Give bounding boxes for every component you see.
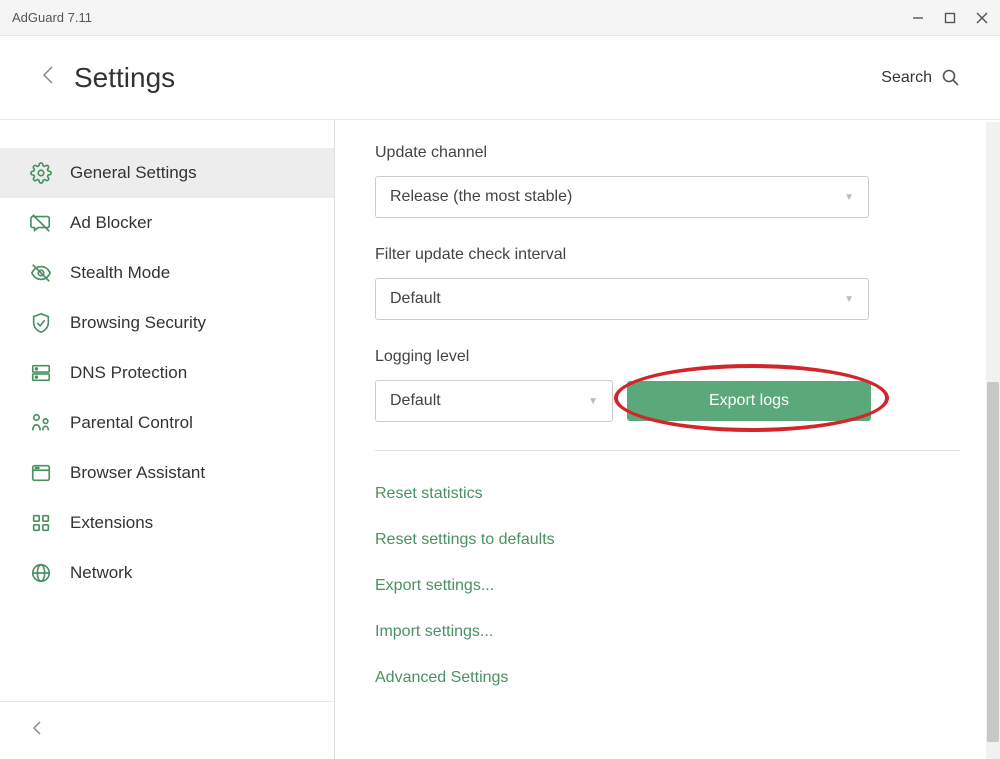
header-left: Settings: [40, 62, 175, 94]
sidebar-footer: [0, 701, 334, 759]
sidebar-item-browser[interactable]: Browser Assistant: [0, 448, 334, 498]
sidebar-item-security[interactable]: Browsing Security: [0, 298, 334, 348]
sidebar-item-label: Browsing Security: [70, 313, 206, 333]
update-channel-dropdown[interactable]: Release (the most stable) ▼: [375, 176, 869, 218]
search-label: Search: [881, 69, 932, 87]
filter-interval-group: Filter update check interval Default ▼: [375, 246, 960, 320]
back-button[interactable]: [40, 63, 56, 92]
sidebar-item-label: Ad Blocker: [70, 213, 152, 233]
sidebar-item-network[interactable]: Network: [0, 548, 334, 598]
sidebar-item-parental[interactable]: Parental Control: [0, 398, 334, 448]
sidebar-item-label: Stealth Mode: [70, 263, 170, 283]
import-settings-link[interactable]: Import settings...: [375, 609, 960, 655]
filter-interval-dropdown[interactable]: Default ▼: [375, 278, 869, 320]
shield-check-icon: [30, 312, 52, 334]
close-icon: [976, 12, 988, 24]
sidebar-item-label: Network: [70, 563, 132, 583]
sidebar-item-label: Browser Assistant: [70, 463, 205, 483]
close-button[interactable]: [976, 12, 988, 24]
sidebar-item-label: DNS Protection: [70, 363, 187, 383]
sidebar-item-label: Extensions: [70, 513, 153, 533]
chevron-down-icon: ▼: [588, 396, 598, 407]
logging-label: Logging level: [375, 348, 960, 366]
grid-icon: [30, 512, 52, 534]
scrollbar-track[interactable]: [986, 122, 1000, 759]
update-channel-group: Update channel Release (the most stable)…: [375, 144, 960, 218]
sidebar-item-label: General Settings: [70, 163, 197, 183]
sidebar-item-stealth[interactable]: Stealth Mode: [0, 248, 334, 298]
chevron-left-icon: [40, 63, 56, 87]
chevron-down-icon: ▼: [844, 294, 854, 305]
sidebar-item-extensions[interactable]: Extensions: [0, 498, 334, 548]
logging-dropdown[interactable]: Default ▼: [375, 380, 613, 422]
sidebar-item-label: Parental Control: [70, 413, 193, 433]
export-settings-link[interactable]: Export settings...: [375, 563, 960, 609]
eye-slash-icon: [30, 262, 52, 284]
chevron-down-icon: ▼: [844, 192, 854, 203]
window-controls: [912, 12, 988, 24]
search-button[interactable]: Search: [881, 69, 960, 87]
header: Settings Search: [0, 36, 1000, 120]
window-title: AdGuard 7.11: [12, 10, 92, 25]
sidebar-item-general[interactable]: General Settings: [0, 148, 334, 198]
dropdown-value: Default: [390, 290, 441, 308]
scrollbar-thumb[interactable]: [987, 382, 999, 742]
advanced-settings-link[interactable]: Advanced Settings: [375, 655, 960, 701]
browser-icon: [30, 462, 52, 484]
parental-icon: [30, 412, 52, 434]
logging-group: Logging level Default ▼ Export logs: [375, 348, 960, 422]
maximize-button[interactable]: [944, 12, 956, 24]
export-logs-label: Export logs: [709, 392, 789, 410]
logging-row: Default ▼ Export logs: [375, 380, 960, 422]
speech-slash-icon: [30, 212, 52, 234]
server-icon: [30, 362, 52, 384]
minimize-button[interactable]: [912, 12, 924, 24]
globe-icon: [30, 562, 52, 584]
search-icon: [942, 69, 960, 87]
reset-statistics-link[interactable]: Reset statistics: [375, 471, 960, 517]
sidebar-item-dns[interactable]: DNS Protection: [0, 348, 334, 398]
filter-interval-label: Filter update check interval: [375, 246, 960, 264]
content: General Settings Ad Blocker Stealth Mode…: [0, 120, 1000, 759]
sidebar-item-adblocker[interactable]: Ad Blocker: [0, 198, 334, 248]
chevron-left-icon: [30, 718, 44, 738]
section-divider: [375, 450, 960, 451]
reset-settings-link[interactable]: Reset settings to defaults: [375, 517, 960, 563]
page-title: Settings: [74, 62, 175, 94]
sidebar: General Settings Ad Blocker Stealth Mode…: [0, 120, 335, 759]
dropdown-value: Release (the most stable): [390, 188, 572, 206]
titlebar: AdGuard 7.11: [0, 0, 1000, 36]
maximize-icon: [944, 12, 956, 24]
dropdown-value: Default: [390, 392, 441, 410]
main-panel: Update channel Release (the most stable)…: [335, 120, 1000, 759]
sidebar-collapse-button[interactable]: [30, 725, 44, 742]
export-logs-button[interactable]: Export logs: [627, 381, 871, 421]
minimize-icon: [912, 12, 924, 24]
update-channel-label: Update channel: [375, 144, 960, 162]
gear-icon: [30, 162, 52, 184]
